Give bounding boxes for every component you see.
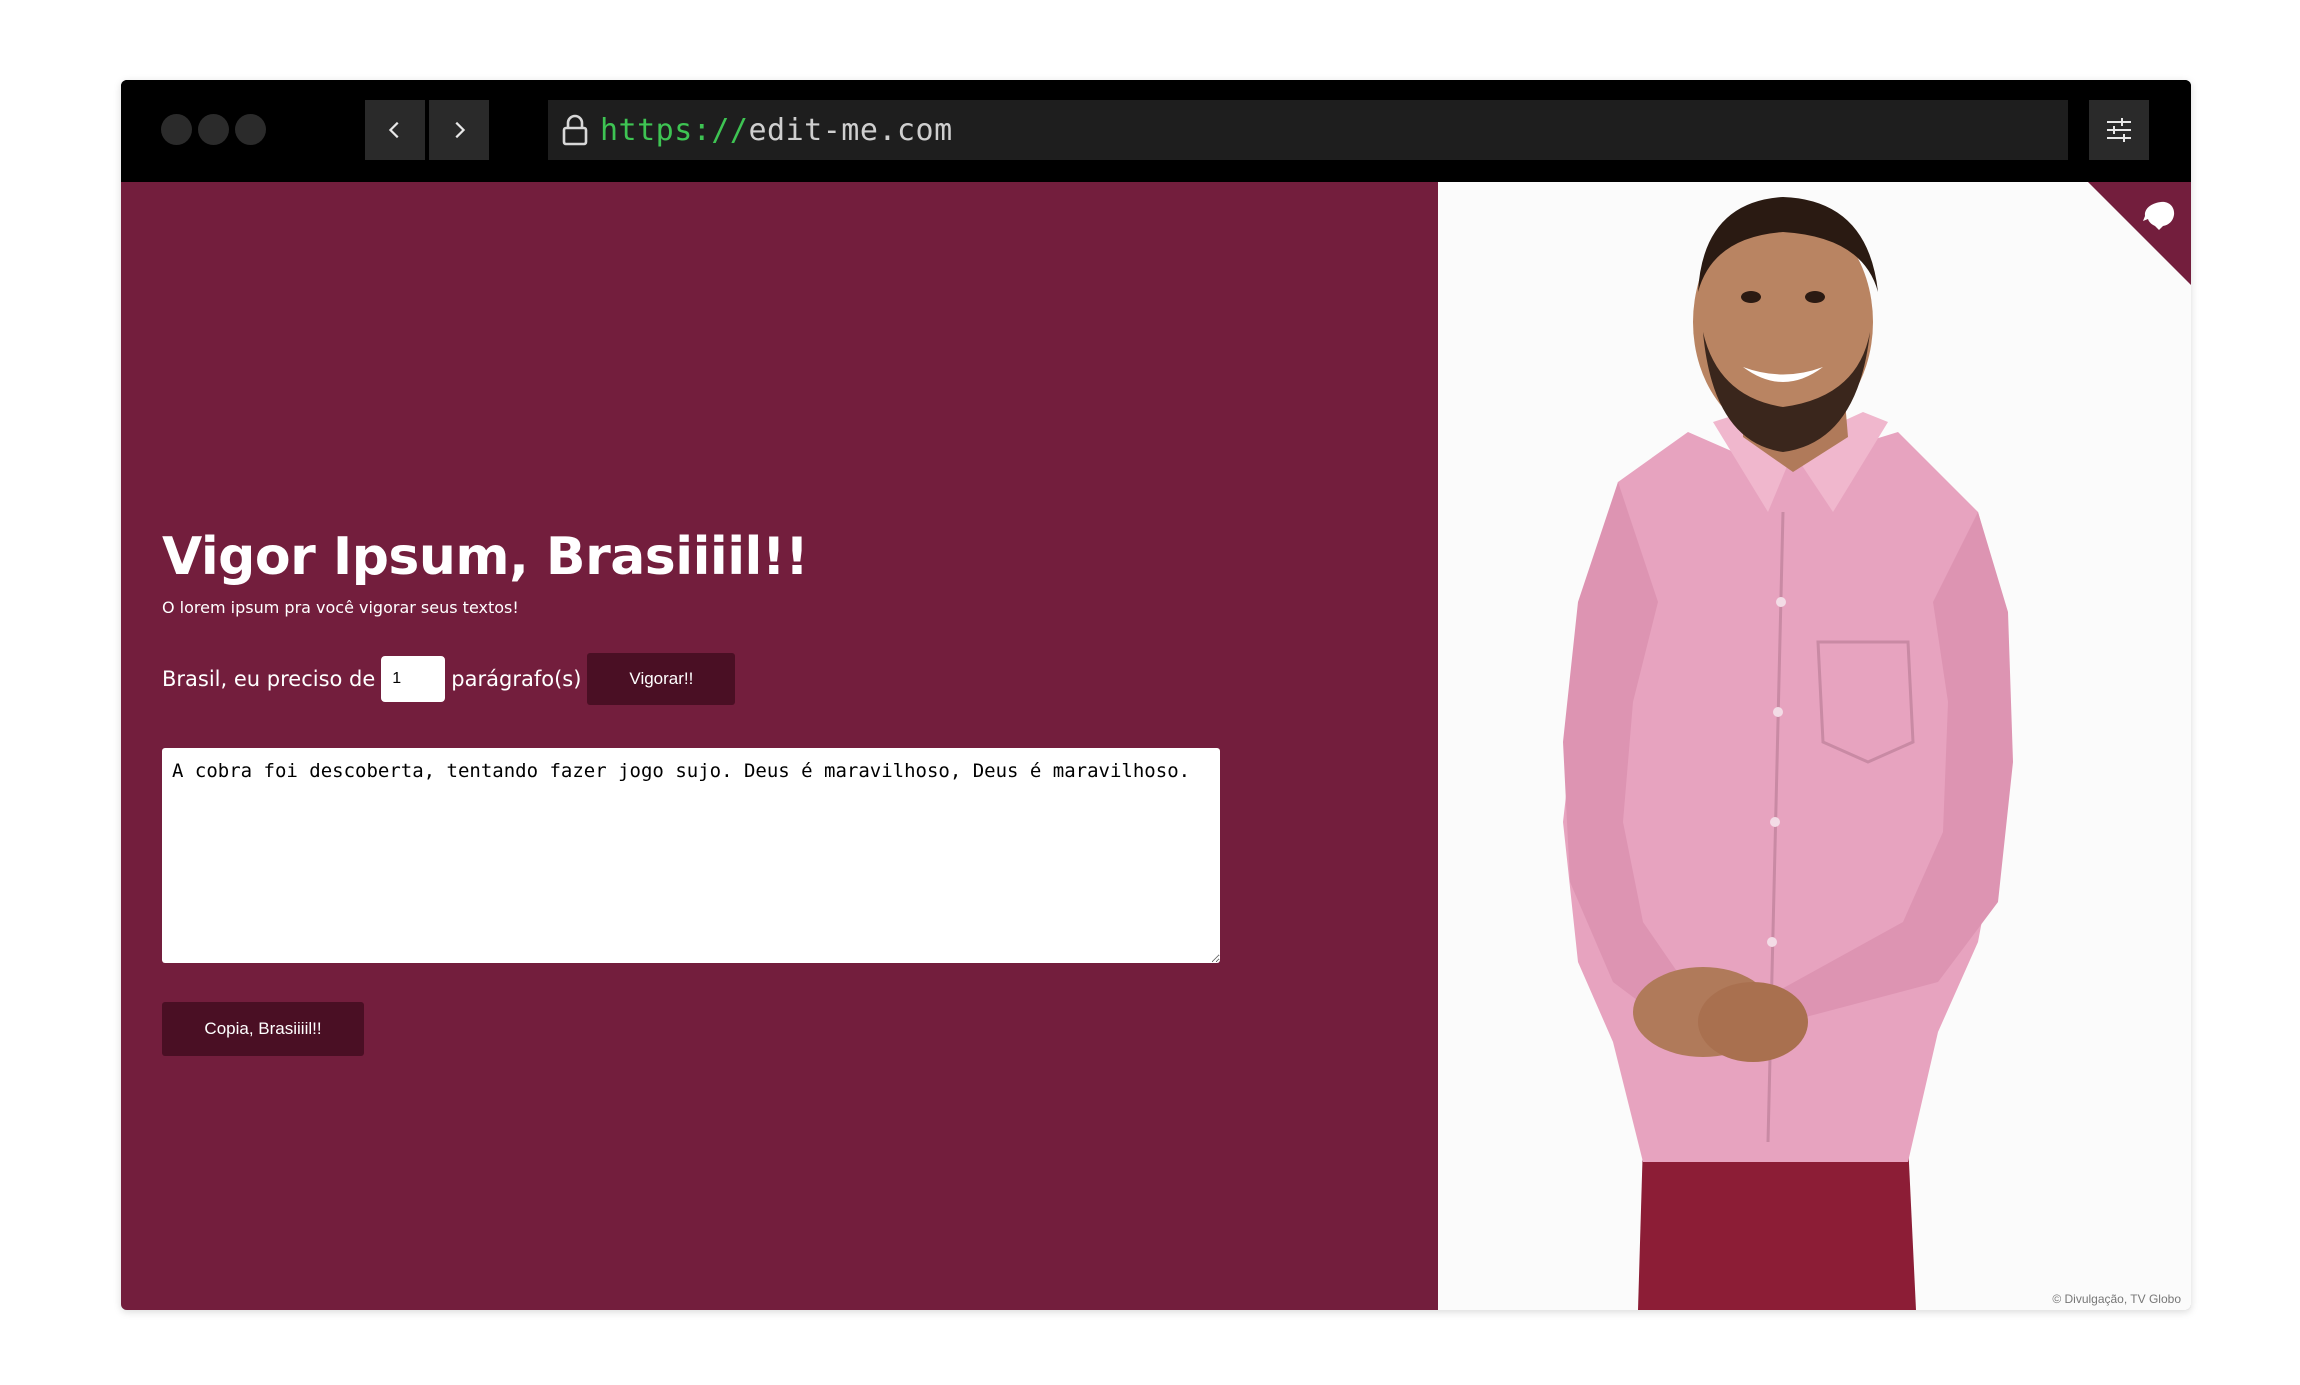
window-control-dot[interactable] <box>235 114 266 145</box>
copy-button[interactable]: Copia, Brasiiiil!! <box>162 1002 364 1056</box>
forward-button[interactable] <box>429 100 489 160</box>
github-octocat-icon[interactable] <box>2139 196 2179 236</box>
settings-button[interactable] <box>2089 100 2149 160</box>
window-control-dot[interactable] <box>161 114 192 145</box>
vigorar-button[interactable]: Vigorar!! <box>587 653 736 705</box>
output-textarea[interactable]: A cobra foi descoberta, tentando fazer j… <box>162 748 1220 963</box>
page-subtitle: O lorem ipsum pra você vigorar seus text… <box>162 598 519 617</box>
photo-credit: © Divulgação, TV Globo <box>2052 1292 2181 1306</box>
photo-panel: © Divulgação, TV Globo <box>1438 182 2191 1310</box>
url-host: edit-me.com <box>748 112 953 148</box>
settings-sliders-icon <box>2107 118 2131 142</box>
paragraph-form: Brasil, eu preciso de parágrafo(s) Vigor… <box>162 653 736 705</box>
chevron-right-icon <box>455 121 466 139</box>
browser-toolbar: https://edit-me.com <box>121 80 2191 182</box>
url-scheme: https:// <box>600 112 749 148</box>
lock-icon <box>562 114 588 146</box>
page-title: Vigor Ipsum, Brasiiiil!! <box>162 527 809 587</box>
browser-window: https://edit-me.com Vigor Ipsum, Brasiii… <box>121 80 2191 1310</box>
window-control-dot[interactable] <box>198 114 229 145</box>
paragraph-count-input[interactable] <box>381 656 446 702</box>
form-label-before: Brasil, eu preciso de <box>162 667 376 691</box>
address-bar[interactable]: https://edit-me.com <box>548 100 2068 160</box>
back-button[interactable] <box>365 100 425 160</box>
page-content: Vigor Ipsum, Brasiiiil!! O lorem ipsum p… <box>121 182 2191 1310</box>
generator-panel: Vigor Ipsum, Brasiiiil!! O lorem ipsum p… <box>121 182 1438 1310</box>
form-label-after: parágrafo(s) <box>451 667 582 691</box>
person-photo <box>1563 197 2013 1310</box>
url-text: https://edit-me.com <box>600 113 953 148</box>
chevron-left-icon <box>388 121 399 139</box>
